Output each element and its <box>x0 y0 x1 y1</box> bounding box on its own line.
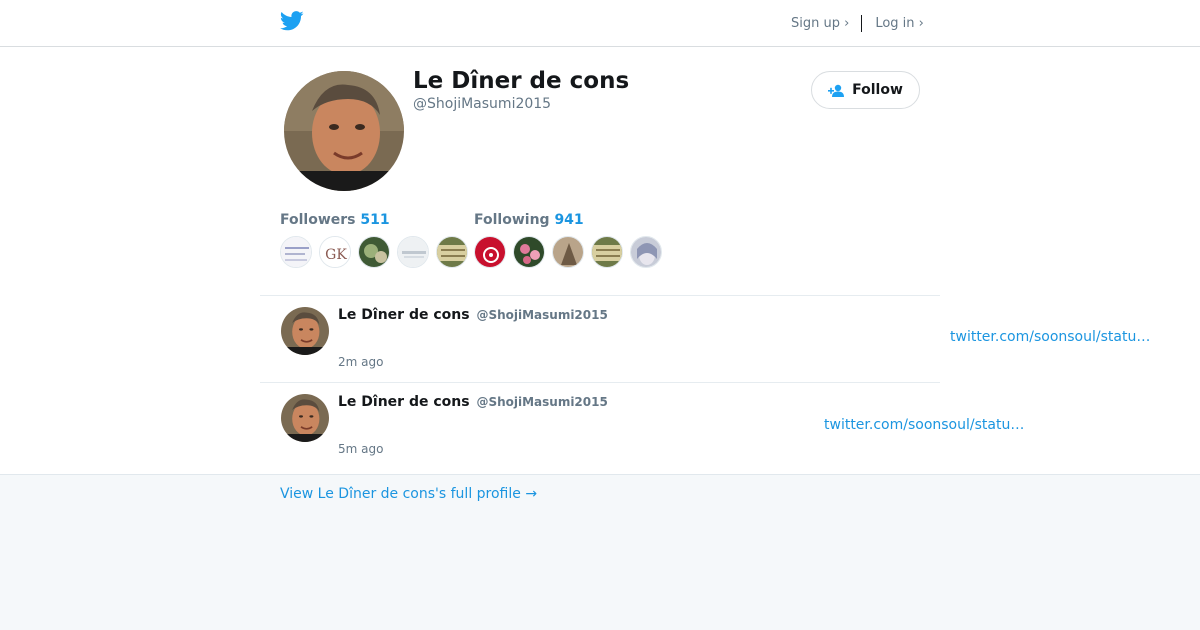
follower-avatar[interactable] <box>280 236 312 268</box>
add-user-icon <box>828 84 845 97</box>
tweet-avatar[interactable] <box>281 307 329 355</box>
tweet-author-name: Le Dîner de cons <box>338 307 470 323</box>
tweet-item[interactable]: Le Dîner de cons @ShojiMasumi2015 2m ago <box>260 295 940 383</box>
following-avatar[interactable] <box>474 236 506 268</box>
signup-link[interactable]: Sign up › <box>791 16 849 31</box>
followers-avatars: GK <box>280 236 475 268</box>
twitter-bird-icon[interactable] <box>280 11 304 31</box>
tweet-author: Le Dîner de cons @ShojiMasumi2015 <box>338 394 608 410</box>
following-avatars <box>474 236 669 268</box>
nav-divider <box>861 15 863 32</box>
top-bar: Sign up › Log in › <box>0 0 1200 47</box>
tweet-timestamp[interactable]: 2m ago <box>338 355 383 369</box>
footer: View Le Dîner de cons's full profile → <box>0 474 1200 630</box>
svg-text:GK: GK <box>325 247 347 263</box>
tweet-author-handle: @ShojiMasumi2015 <box>476 395 608 409</box>
tweet-link[interactable]: twitter.com/soonsoul/statu… <box>950 329 1150 345</box>
tweet-item[interactable]: Le Dîner de cons @ShojiMasumi2015 5m ago… <box>260 382 1024 474</box>
profile-name: Le Dîner de cons <box>413 68 630 94</box>
following-avatar[interactable] <box>591 236 623 268</box>
tweet-timestamp[interactable]: 5m ago <box>338 442 383 456</box>
profile-avatar[interactable] <box>284 71 404 191</box>
following-avatar[interactable] <box>513 236 545 268</box>
follower-avatar[interactable]: GK <box>319 236 351 268</box>
following-avatar[interactable] <box>552 236 584 268</box>
tweet-author: Le Dîner de cons @ShojiMasumi2015 <box>338 307 608 323</box>
profile-handle: @ShojiMasumi2015 <box>413 96 552 112</box>
tweet-link[interactable]: twitter.com/soonsoul/statu… <box>824 417 1024 433</box>
follow-label: Follow <box>852 82 903 98</box>
following-avatar[interactable] <box>630 236 662 268</box>
follower-avatar[interactable] <box>436 236 468 268</box>
auth-links: Sign up › Log in › <box>791 15 924 32</box>
followers-count: 511 <box>360 212 390 228</box>
following-stat[interactable]: Following 941 <box>474 212 584 228</box>
tweet-author-name: Le Dîner de cons <box>338 394 470 410</box>
follower-avatar[interactable] <box>397 236 429 268</box>
followers-label: Followers <box>280 212 356 228</box>
full-profile-link[interactable]: View Le Dîner de cons's full profile → <box>280 486 537 502</box>
login-link[interactable]: Log in › <box>875 16 924 31</box>
follower-avatar[interactable] <box>358 236 390 268</box>
tweet-author-handle: @ShojiMasumi2015 <box>476 308 608 322</box>
followers-stat[interactable]: Followers 511 <box>280 212 390 228</box>
follow-button[interactable]: Follow <box>811 71 920 109</box>
following-label: Following <box>474 212 550 228</box>
following-count: 941 <box>554 212 584 228</box>
tweet-avatar[interactable] <box>281 394 329 442</box>
